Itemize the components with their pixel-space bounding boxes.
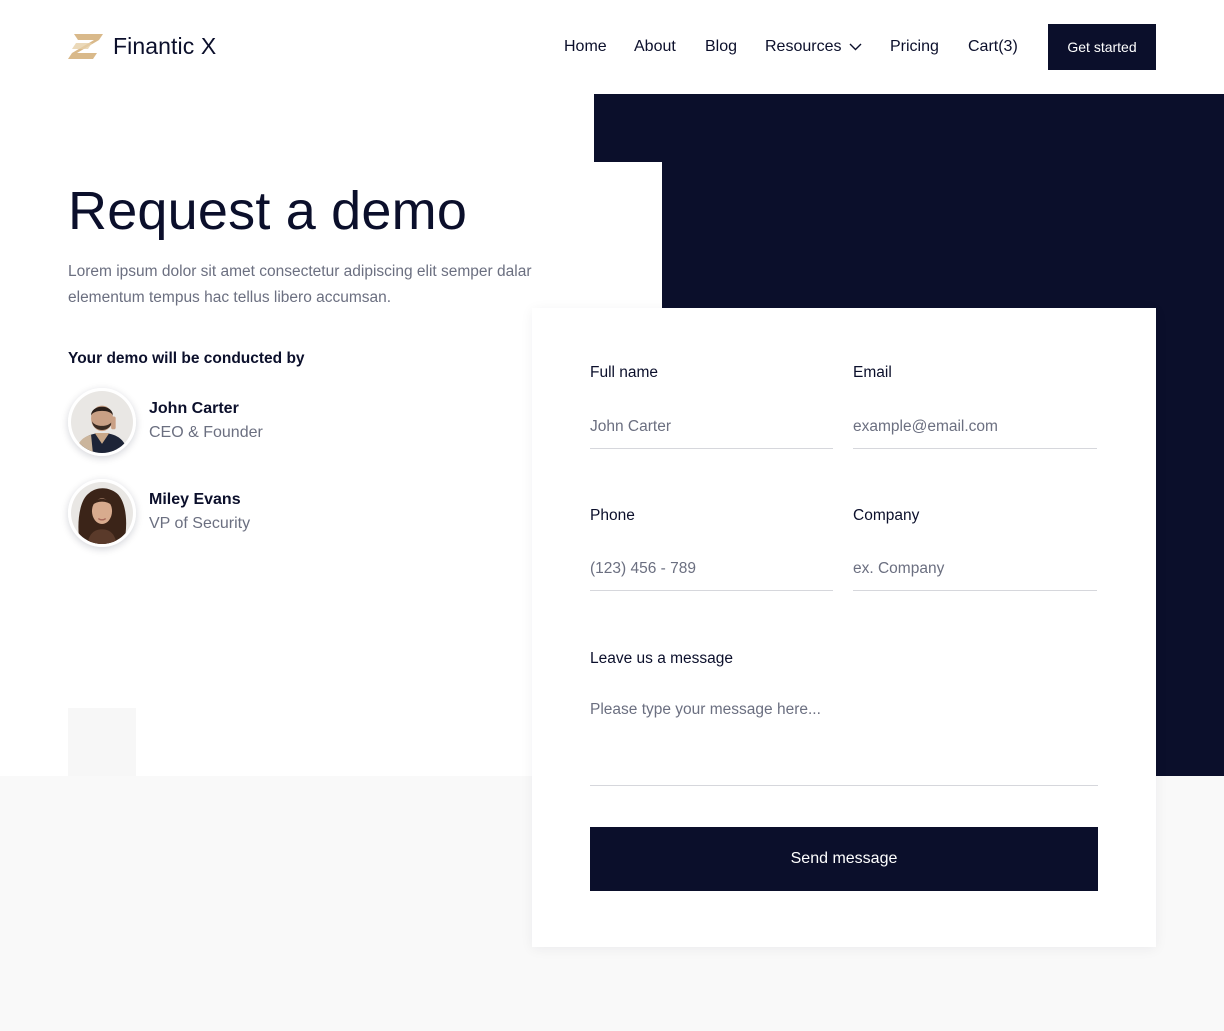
phone-label: Phone — [590, 507, 635, 524]
presenter-card: Miley Evans VP of Security — [68, 479, 250, 547]
brand-name: Finantic X — [113, 33, 217, 59]
presenter-name: John Carter — [149, 400, 239, 417]
message-label: Leave us a message — [590, 650, 734, 667]
message-textarea[interactable] — [590, 701, 1098, 786]
chevron-down-icon — [849, 43, 862, 51]
dark-decoration-top — [594, 94, 1224, 162]
nav-resources-dropdown[interactable]: Resources — [765, 37, 862, 57]
conducted-by-heading: Your demo will be conducted by — [68, 350, 305, 367]
nav-about[interactable]: About — [634, 37, 676, 57]
email-input[interactable] — [853, 405, 1097, 449]
nav-pricing[interactable]: Pricing — [890, 37, 939, 57]
page-title: Request a demo — [68, 181, 468, 241]
brand-logo-link[interactable]: Finantic X — [68, 33, 216, 60]
avatar — [68, 388, 136, 456]
avatar-miley-evans-image — [71, 482, 133, 544]
phone-input[interactable] — [590, 547, 833, 591]
email-label: Email — [853, 364, 892, 381]
page: Finantic X Home About Blog Resources Pri… — [0, 0, 1224, 1031]
nav-resources-label: Resources — [765, 38, 842, 55]
get-started-button[interactable]: Get started — [1048, 24, 1156, 70]
send-message-button[interactable]: Send message — [590, 827, 1098, 891]
full-name-label: Full name — [590, 364, 659, 381]
company-label: Company — [853, 507, 920, 524]
nav-blog[interactable]: Blog — [705, 37, 737, 57]
page-description: Lorem ipsum dolor sit amet consectetur a… — [68, 263, 532, 306]
light-decoration-square — [68, 708, 136, 776]
site-header: Finantic X Home About Blog Resources Pri… — [0, 0, 1224, 94]
presenter-role: VP of Security — [149, 515, 251, 532]
avatar-john-carter-image — [71, 391, 133, 453]
full-name-input[interactable] — [590, 405, 833, 449]
avatar — [68, 479, 136, 547]
nav-cart[interactable]: Cart(3) — [968, 37, 1018, 57]
demo-request-form: Full name Email Phone Company Leave us a… — [532, 308, 1156, 947]
presenter-name: Miley Evans — [149, 491, 241, 508]
nav-home[interactable]: Home — [564, 37, 607, 57]
presenter-role: CEO & Founder — [149, 424, 263, 441]
company-input[interactable] — [853, 547, 1097, 591]
presenter-card: John Carter CEO & Founder — [68, 388, 263, 456]
finantic-logo-icon — [68, 34, 103, 59]
